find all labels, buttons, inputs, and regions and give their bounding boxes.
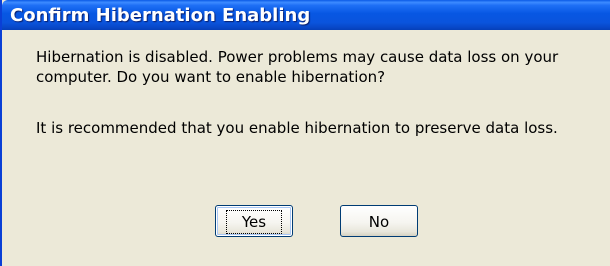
message-text: Hibernation is disabled. Power problems …: [36, 48, 559, 86]
title-bar[interactable]: Confirm Hibernation Enabling: [2, 0, 610, 30]
recommendation-text: It is recommended that you enable hibern…: [36, 119, 558, 137]
no-button-label: No: [368, 212, 390, 231]
dialog-title: Confirm Hibernation Enabling: [10, 5, 311, 26]
yes-button-label: Yes: [225, 209, 283, 234]
dialog-window: Confirm Hibernation Enabling Hibernation…: [0, 0, 610, 266]
yes-button[interactable]: Yes: [215, 205, 293, 237]
no-button[interactable]: No: [340, 205, 418, 237]
